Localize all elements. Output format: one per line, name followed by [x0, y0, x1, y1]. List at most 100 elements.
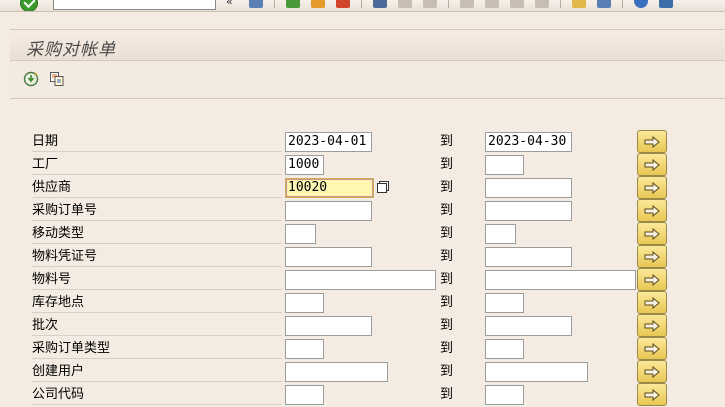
storage-location-high-input[interactable]: [485, 293, 524, 313]
arrow-right-icon: [644, 227, 660, 240]
field-label: 日期: [32, 133, 282, 152]
po-number-high-input[interactable]: [485, 201, 572, 221]
field-row-storage-location: 库存地点 到: [10, 291, 725, 314]
enter-icon[interactable]: [20, 0, 38, 11]
field-row-vendor: 供应商 10020 到: [10, 176, 725, 199]
field-row-material: 物料号 到: [10, 268, 725, 291]
command-field-dropdown-icon[interactable]: [200, 0, 216, 10]
next-page-icon[interactable]: [510, 0, 524, 8]
arrow-right-icon: [644, 158, 660, 171]
multiple-selection-button[interactable]: [637, 222, 667, 245]
command-field[interactable]: [53, 0, 216, 10]
po-number-low-input[interactable]: [285, 201, 372, 221]
toolbar-chevron[interactable]: «: [226, 0, 233, 8]
multiple-selection-button[interactable]: [637, 291, 667, 314]
multiple-selection-button[interactable]: [637, 337, 667, 360]
multiple-selection-button[interactable]: [637, 153, 667, 176]
batch-low-input[interactable]: [285, 316, 372, 336]
field-row-po-number: 采购订单号 到: [10, 199, 725, 222]
title-bar: 采购对帐单: [10, 29, 725, 61]
multiple-selection-button[interactable]: [637, 245, 667, 268]
find-next-icon[interactable]: [423, 0, 437, 8]
arrow-right-icon: [644, 181, 660, 194]
find-icon[interactable]: [398, 0, 412, 8]
field-row-po-type: 采购订单类型 到: [10, 337, 725, 360]
movement-type-low-input[interactable]: [285, 224, 316, 244]
field-label: 采购订单号: [32, 202, 282, 221]
cancel-icon[interactable]: [336, 0, 350, 8]
multiple-selection-button[interactable]: [637, 360, 667, 383]
material-document-high-input[interactable]: [485, 247, 572, 267]
date-high-input[interactable]: 2023-04-30: [485, 132, 572, 152]
to-label: 到: [440, 341, 454, 356]
previous-page-icon[interactable]: [485, 0, 499, 8]
help-icon[interactable]: [634, 0, 648, 8]
save-icon[interactable]: [249, 0, 263, 8]
batch-high-input[interactable]: [485, 316, 572, 336]
date-low-input[interactable]: 2023-04-01: [285, 132, 372, 152]
arrow-right-icon: [644, 135, 660, 148]
material-high-input[interactable]: [485, 270, 636, 290]
movement-type-high-input[interactable]: [485, 224, 516, 244]
field-row-material-document: 物料凭证号 到: [10, 245, 725, 268]
print-icon[interactable]: [373, 0, 387, 8]
company-code-high-input[interactable]: [485, 385, 524, 405]
get-variant-icon[interactable]: [48, 70, 66, 88]
created-by-low-input[interactable]: [285, 362, 388, 382]
created-by-high-input[interactable]: [485, 362, 588, 382]
multiple-selection-button[interactable]: [637, 383, 667, 406]
field-row-date: 日期 2023-04-01 到 2023-04-30: [10, 130, 725, 153]
to-label: 到: [440, 318, 454, 333]
to-label: 到: [440, 157, 454, 172]
multiple-selection-button[interactable]: [637, 199, 667, 222]
field-row-plant: 工厂 1000 到: [10, 153, 725, 176]
field-label: 公司代码: [32, 386, 282, 405]
multiple-selection-button[interactable]: [637, 268, 667, 291]
storage-location-low-input[interactable]: [285, 293, 324, 313]
multiple-selection-button[interactable]: [637, 314, 667, 337]
field-row-movement-type: 移动类型 到: [10, 222, 725, 245]
field-label: 物料号: [32, 271, 282, 290]
toolbar-separator: [560, 0, 561, 8]
field-label: 批次: [32, 317, 282, 336]
multiple-selection-button[interactable]: [637, 130, 667, 153]
po-type-high-input[interactable]: [485, 339, 524, 359]
to-label: 到: [440, 180, 454, 195]
exit-icon[interactable]: [311, 0, 325, 8]
toolbar-separator: [448, 0, 449, 8]
application-toolbar: [10, 61, 725, 99]
vendor-low-input[interactable]: 10020: [285, 178, 374, 198]
customize-layout-icon[interactable]: [659, 0, 673, 8]
material-document-low-input[interactable]: [285, 247, 372, 267]
field-label: 物料凭证号: [32, 248, 282, 267]
po-type-low-input[interactable]: [285, 339, 324, 359]
material-low-input[interactable]: [285, 270, 436, 290]
arrow-right-icon: [644, 342, 660, 355]
toolbar-separator: [361, 0, 362, 8]
to-label: 到: [440, 226, 454, 241]
field-label: 供应商: [32, 179, 282, 198]
page-title: 采购对帐单: [26, 40, 116, 60]
back-icon[interactable]: [286, 0, 300, 8]
value-help-icon[interactable]: [374, 178, 392, 196]
plant-high-input[interactable]: [485, 155, 524, 175]
shortcut-icon[interactable]: [597, 0, 611, 8]
arrow-right-icon: [644, 388, 660, 401]
company-code-low-input[interactable]: [285, 385, 324, 405]
new-session-icon[interactable]: [572, 0, 586, 8]
first-page-icon[interactable]: [460, 0, 474, 8]
to-label: 到: [440, 272, 454, 287]
field-label: 库存地点: [32, 294, 282, 313]
last-page-icon[interactable]: [535, 0, 549, 8]
arrow-right-icon: [644, 250, 660, 263]
arrow-right-icon: [644, 319, 660, 332]
toolbar-separator: [274, 0, 275, 8]
to-label: 到: [440, 203, 454, 218]
vendor-high-input[interactable]: [485, 178, 572, 198]
multiple-selection-button[interactable]: [637, 176, 667, 199]
execute-icon[interactable]: [22, 70, 40, 88]
field-label: 工厂: [32, 156, 282, 175]
plant-low-input[interactable]: 1000: [285, 155, 324, 175]
field-label: 创建用户: [32, 363, 282, 382]
field-label: 移动类型: [32, 225, 282, 244]
